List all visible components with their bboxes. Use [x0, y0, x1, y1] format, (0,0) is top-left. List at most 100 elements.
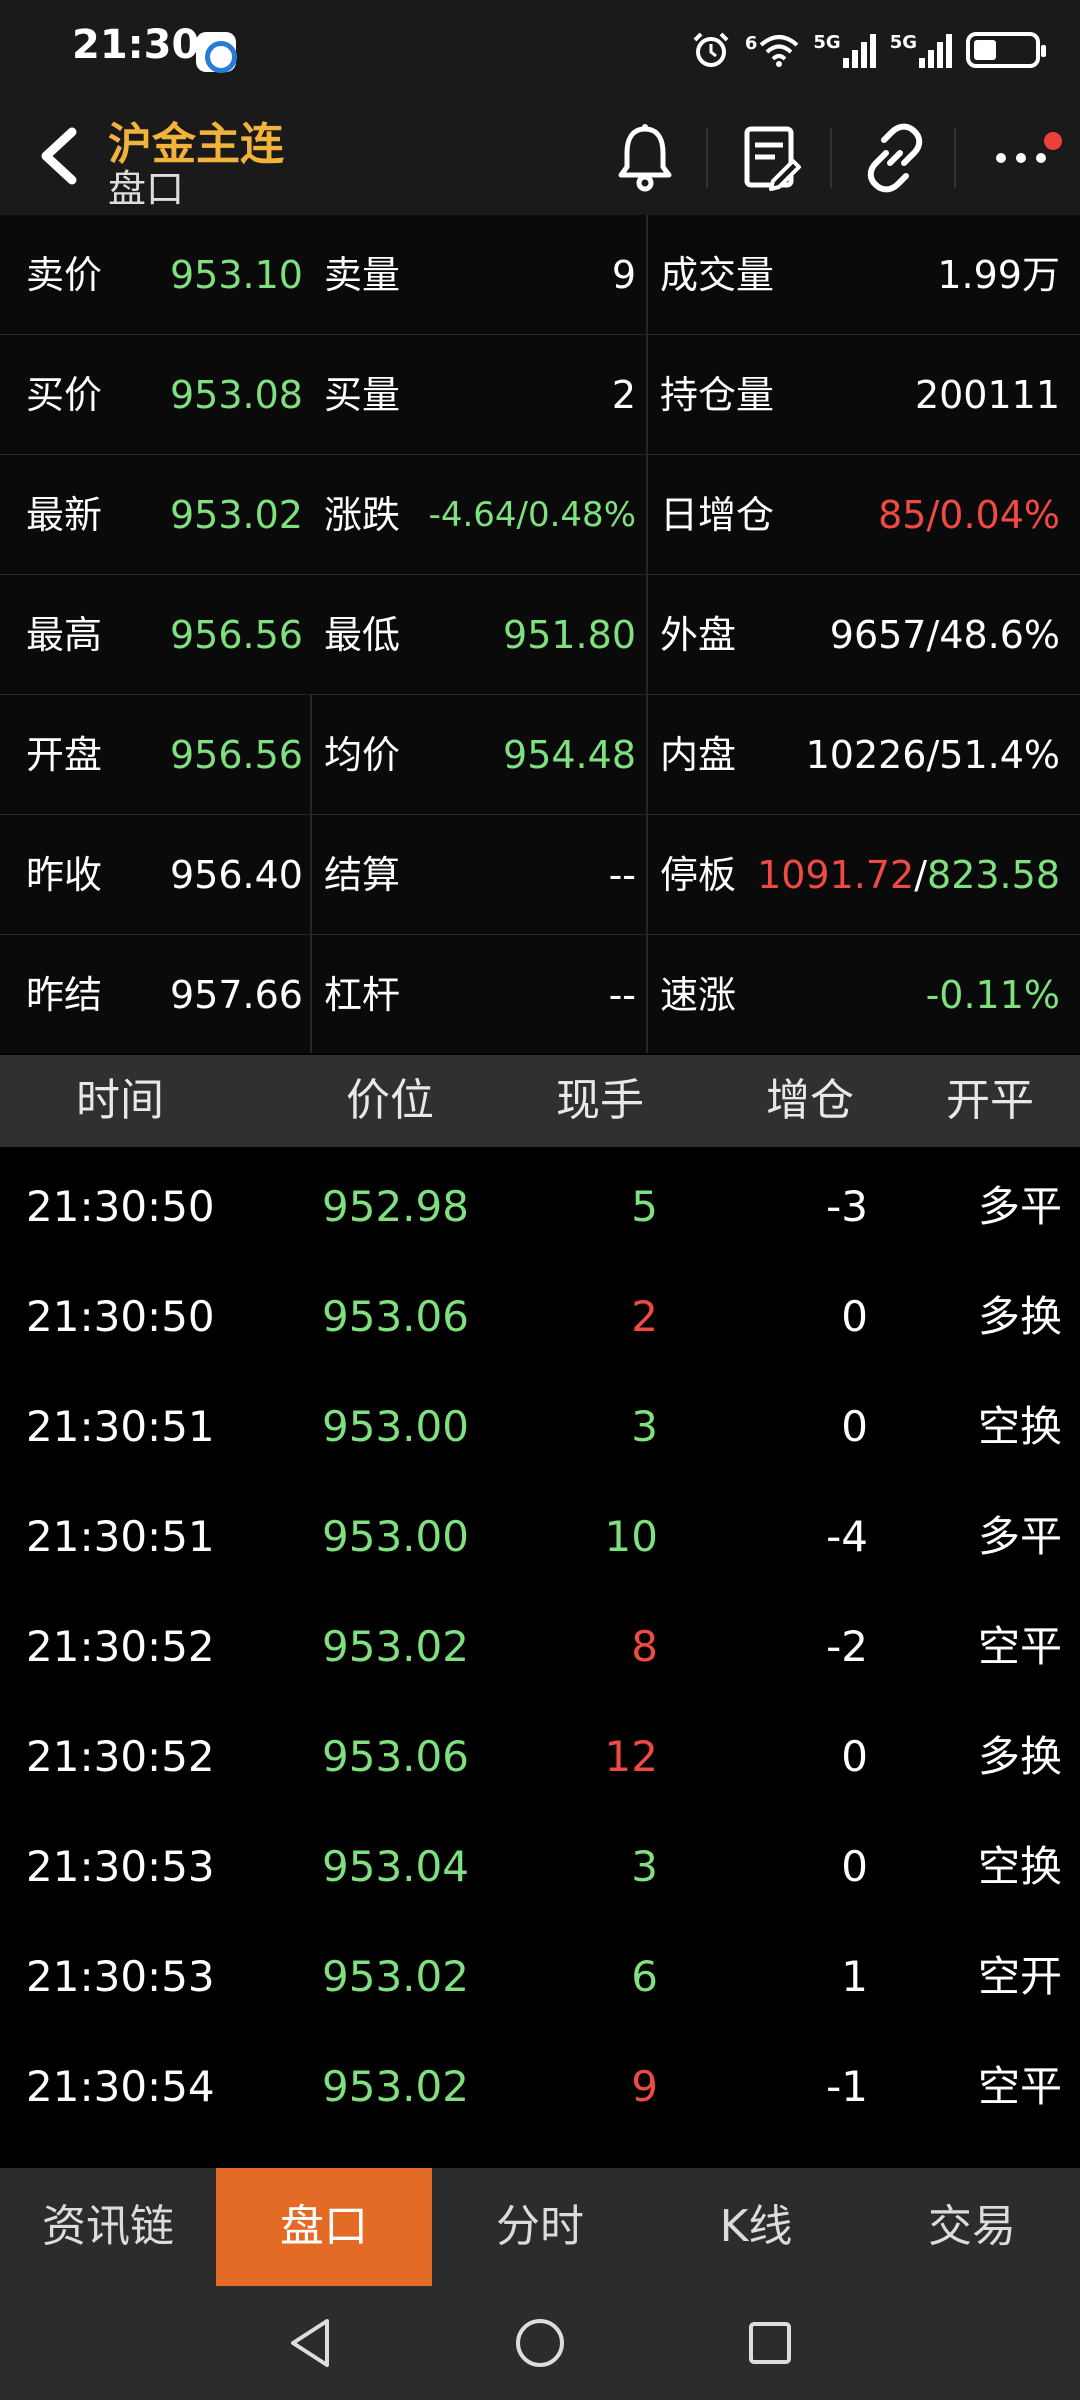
- square-recents-icon: [749, 2322, 791, 2364]
- tick-type: 空平: [977, 1622, 1062, 1671]
- status-indicators: 6 5G 5G: [691, 24, 1046, 76]
- nav-back-button[interactable]: [270, 2306, 350, 2380]
- quote-label: 卖量: [324, 253, 401, 297]
- tick-oi: 0: [841, 1292, 868, 1341]
- tick-time: 21:30:50: [26, 1182, 215, 1231]
- quote-label: 最高: [26, 613, 103, 657]
- table-row: 21:30:53 953.02 6 1 空开: [0, 1922, 1080, 2032]
- quote-value: 953.02: [170, 493, 303, 537]
- quote-row: 最新 953.02 涨跌 -4.64/0.48% 日增仓 85/0.04%: [0, 455, 1080, 575]
- col-header-time: 时间: [76, 1075, 164, 1126]
- tab-intraday[interactable]: 分时: [432, 2168, 648, 2286]
- limit-separator: /: [914, 853, 928, 897]
- status-bar: 21:30 6 5G 5G: [0, 0, 1080, 100]
- tick-price: 953.04: [322, 1842, 469, 1891]
- quote-value: 953.08: [170, 373, 303, 417]
- signal-icon-sim1: 5G: [813, 32, 876, 68]
- quote-row: 昨结 957.66 杠杆 -- 速涨 -0.11%: [0, 935, 1080, 1053]
- tick-time: 21:30:50: [26, 1292, 215, 1341]
- quote-value: 956.56: [170, 733, 303, 777]
- tick-price: 953.06: [322, 1292, 469, 1341]
- tick-price: 953.02: [322, 1952, 469, 2001]
- note-button[interactable]: [716, 110, 826, 206]
- signal-icon-sim2: 5G: [890, 32, 952, 68]
- quote-label: 杠杆: [324, 973, 401, 1017]
- table-row: 21:30:54 953.02 9 -1 空平: [0, 2032, 1080, 2142]
- quote-value: --: [608, 973, 636, 1017]
- alert-button[interactable]: [590, 110, 700, 206]
- tick-volume: 3: [631, 1402, 658, 1451]
- tick-time: 21:30:51: [26, 1512, 215, 1561]
- tab-news[interactable]: 资讯链: [0, 2168, 216, 2286]
- tab-kline[interactable]: K线: [648, 2168, 864, 2286]
- quote-label: 持仓量: [660, 373, 775, 417]
- more-button[interactable]: [962, 110, 1080, 206]
- quote-value: 951.80: [503, 613, 636, 657]
- tick-oi: 0: [841, 1402, 868, 1451]
- limit-down-value: 823.58: [927, 853, 1060, 897]
- quote-value: 10226/51.4%: [805, 733, 1060, 777]
- wifi-label: 6: [744, 33, 758, 54]
- tick-volume: 8: [631, 1622, 658, 1671]
- tick-volume: 10: [604, 1512, 658, 1561]
- quote-label: 开盘: [26, 733, 103, 777]
- quote-value: 200111: [914, 373, 1060, 417]
- alarm-icon: [693, 32, 729, 67]
- tick-oi: -4: [826, 1512, 868, 1561]
- tick-price: 952.98: [322, 1182, 469, 1231]
- tick-oi: 0: [841, 1842, 868, 1891]
- more-dots-icon: [996, 153, 1046, 163]
- tick-time: 21:30:51: [26, 1402, 215, 1451]
- system-nav-bar: [0, 2286, 1080, 2400]
- quote-value: 9657/48.6%: [829, 613, 1060, 657]
- tick-type: 空换: [977, 1842, 1062, 1891]
- quote-row: 昨收 956.40 结算 -- 停板 1091.72/823.58: [0, 815, 1080, 935]
- tick-price: 953.02: [322, 2062, 469, 2111]
- quote-label: 结算: [324, 853, 401, 897]
- tab-trade[interactable]: 交易: [864, 2168, 1080, 2286]
- quote-value: 954.48: [503, 733, 636, 777]
- quote-value: 957.66: [170, 973, 303, 1017]
- quote-value: 956.56: [170, 613, 303, 657]
- col-header-price: 价位: [346, 1075, 434, 1126]
- tick-type: 空换: [977, 1402, 1062, 1451]
- tick-oi: -3: [826, 1182, 868, 1231]
- quote-label: 内盘: [660, 733, 737, 777]
- quote-label: 昨结: [26, 973, 103, 1017]
- tick-price: 953.06: [322, 1732, 469, 1781]
- tick-volume: 12: [604, 1732, 658, 1781]
- share-link-button[interactable]: [840, 110, 950, 206]
- quote-panel: 卖价 953.10 卖量 9 成交量 1.99万 买价 953.08 买量 2 …: [0, 215, 1080, 1053]
- col-header-volume: 现手: [556, 1075, 644, 1126]
- tick-type: 多平: [977, 1512, 1062, 1561]
- tick-price: 953.00: [322, 1512, 469, 1561]
- tick-type: 多平: [977, 1182, 1062, 1231]
- quote-label: 最低: [324, 613, 401, 657]
- note-edit-icon: [744, 126, 801, 191]
- app-header: 沪金主连 盘口: [0, 100, 1080, 215]
- quote-value: 2: [611, 373, 636, 417]
- tick-time: 21:30:53: [26, 1952, 215, 2001]
- table-row: 21:30:51 953.00 3 0 空换: [0, 1372, 1080, 1482]
- tick-time: 21:30:52: [26, 1732, 215, 1781]
- tick-time: 21:30:52: [26, 1622, 215, 1671]
- nav-home-button[interactable]: [500, 2306, 580, 2380]
- back-button[interactable]: [20, 110, 100, 200]
- quote-row: 最高 956.56 最低 951.80 外盘 9657/48.6%: [0, 575, 1080, 695]
- tick-time: 21:30:53: [26, 1842, 215, 1891]
- link-icon: [867, 123, 923, 193]
- bottom-tab-bar: 资讯链 盘口 分时 K线 交易: [0, 2168, 1080, 2286]
- quote-value: 956.40: [170, 853, 303, 897]
- table-row: 21:30:50 952.98 5 -3 多平: [0, 1152, 1080, 1262]
- tick-price: 953.02: [322, 1622, 469, 1671]
- notification-dot: [1044, 132, 1062, 150]
- quote-value: --: [608, 853, 636, 897]
- quote-value: 953.10: [170, 253, 303, 297]
- tick-price: 953.00: [322, 1402, 469, 1451]
- nav-recents-button[interactable]: [730, 2306, 810, 2380]
- tab-order-book[interactable]: 盘口: [216, 2168, 432, 2286]
- status-time: 21:30: [72, 22, 200, 68]
- tick-table-header: 时间 价位 现手 增仓 开平: [0, 1055, 1080, 1147]
- tick-type: 多换: [977, 1732, 1062, 1781]
- table-row: 21:30:53 953.04 3 0 空换: [0, 1812, 1080, 1922]
